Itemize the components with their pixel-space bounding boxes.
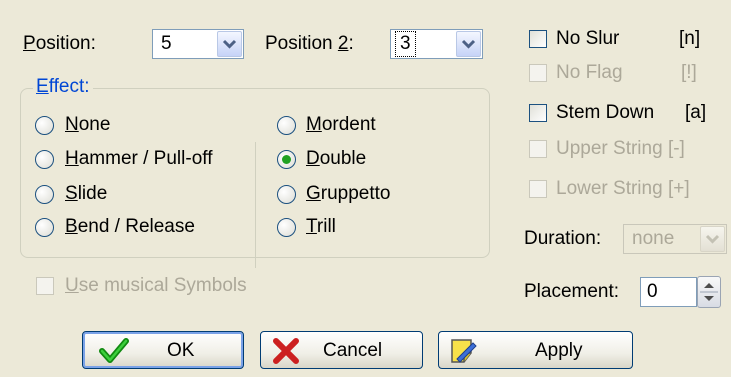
- no-flag-label: No Flag: [556, 62, 623, 83]
- lower-string-label: Lower String [+]: [556, 178, 690, 199]
- radio-bend-release[interactable]: [35, 218, 54, 237]
- position-value: 5: [161, 33, 172, 54]
- chevron-down-icon[interactable]: [456, 31, 481, 57]
- stem-down-shortcut: [a]: [685, 102, 707, 123]
- apply-button-label: Apply: [535, 340, 583, 361]
- placement-label: Placement:: [524, 281, 620, 302]
- no-slur-shortcut: [n]: [679, 28, 701, 49]
- radio-mordent-label: Mordent: [306, 114, 376, 135]
- cancel-button-label: Cancel: [323, 340, 383, 361]
- radio-none[interactable]: [35, 116, 54, 135]
- cancel-button[interactable]: Cancel: [260, 331, 423, 369]
- placement-input[interactable]: 0: [640, 277, 697, 307]
- no-flag-shortcut: [!]: [681, 62, 697, 83]
- checkmark-icon: [99, 338, 129, 363]
- radio-hammer-pull-off[interactable]: [35, 150, 54, 169]
- stem-down-checkbox[interactable]: [529, 104, 547, 122]
- use-musical-symbols-checkbox[interactable]: [36, 277, 54, 295]
- radio-trill[interactable]: [277, 218, 296, 237]
- radio-trill-label: Trill: [306, 216, 336, 237]
- no-slur-checkbox[interactable]: [529, 30, 547, 48]
- up-down-arrows-icon[interactable]: [697, 276, 721, 308]
- placement-value: 0: [647, 281, 658, 302]
- lower-string-checkbox[interactable]: [529, 180, 547, 198]
- radio-slide[interactable]: [35, 185, 54, 204]
- radio-double-label: Double: [306, 148, 367, 169]
- apply-button[interactable]: Apply: [438, 331, 633, 369]
- radio-gruppetto[interactable]: [277, 185, 296, 204]
- upper-string-label: Upper String [-]: [556, 138, 685, 159]
- no-flag-checkbox[interactable]: [529, 64, 547, 82]
- effect-legend: Effect:: [33, 76, 93, 98]
- radio-bend-release-label: Bend / Release: [65, 216, 195, 237]
- use-musical-symbols-label: Use musical Symbols: [65, 275, 247, 296]
- duration-value: none: [632, 228, 675, 249]
- chevron-down-icon[interactable]: [700, 226, 725, 252]
- radio-none-label: None: [65, 114, 111, 135]
- position2-value: 3: [395, 31, 416, 57]
- radio-hammer-pull-off-label: Hammer / Pull-off: [65, 148, 213, 169]
- note-pencil-icon: [451, 339, 477, 363]
- radio-gruppetto-label: Gruppetto: [306, 183, 391, 204]
- no-slur-label: No Slur: [556, 28, 620, 49]
- group-divider: [255, 142, 256, 268]
- position-select[interactable]: 5: [152, 29, 244, 59]
- upper-string-checkbox[interactable]: [529, 140, 547, 158]
- duration-select[interactable]: none: [623, 224, 727, 254]
- chevron-down-icon[interactable]: [217, 31, 242, 57]
- radio-mordent[interactable]: [277, 116, 296, 135]
- radio-slide-label: Slide: [65, 183, 108, 204]
- ok-button-label: OK: [167, 340, 195, 361]
- ok-button[interactable]: OK: [82, 331, 244, 369]
- radio-selected-dot: [282, 155, 291, 164]
- stem-down-label: Stem Down: [556, 102, 655, 123]
- position2-select[interactable]: 3: [390, 29, 483, 59]
- position-label: Position:: [23, 33, 96, 54]
- radio-double[interactable]: [277, 150, 296, 169]
- duration-label: Duration:: [524, 228, 602, 249]
- x-icon: [273, 338, 299, 364]
- position2-label: Position 2:: [265, 33, 354, 54]
